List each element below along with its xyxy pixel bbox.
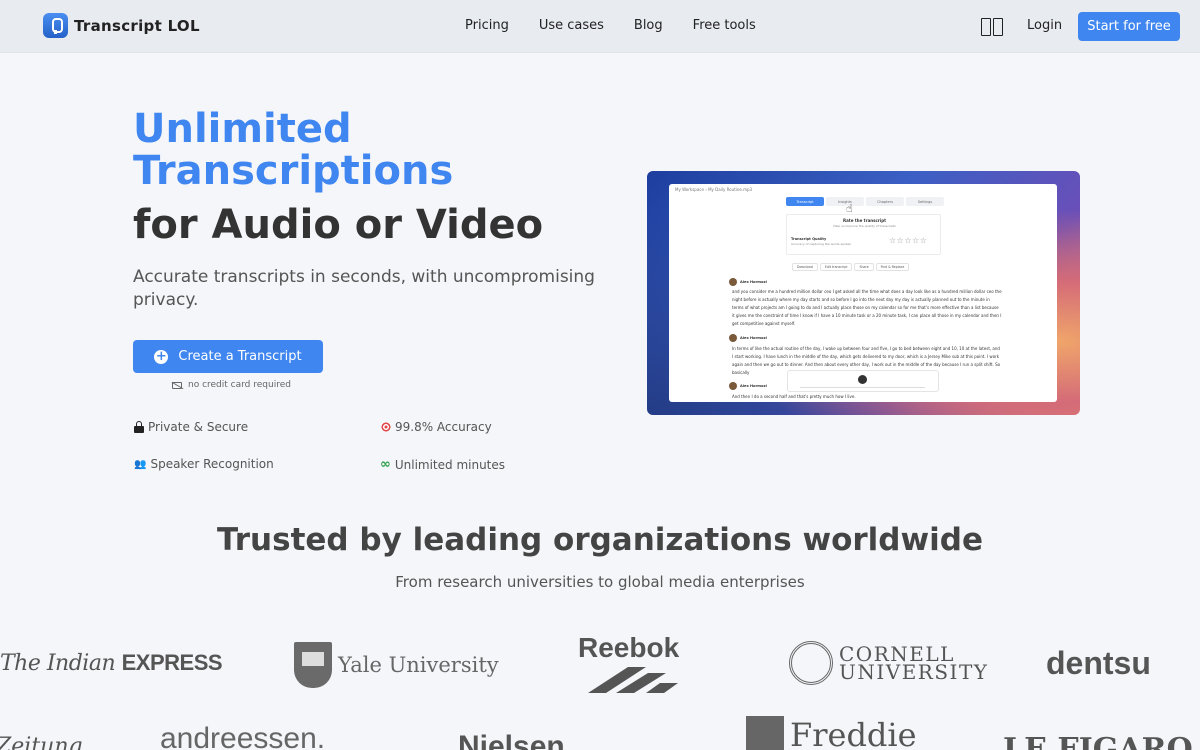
- rating-title: Rate the transcript: [843, 218, 886, 223]
- reebok-delta-icon: [588, 667, 678, 693]
- brand-logo[interactable]: Transcript LOL: [43, 13, 200, 38]
- preview-tab-insights: Insights: [826, 197, 864, 206]
- layout-toggle-icon[interactable]: [981, 18, 1003, 36]
- preview-tab-settings: Settings: [906, 197, 944, 206]
- preview-speaker: Alex Hormozi: [729, 382, 767, 390]
- logo-nielsen: Nielsen: [458, 730, 565, 750]
- target-icon: [381, 422, 391, 432]
- yale-shield-icon: [294, 642, 332, 688]
- feature-label: Speaker Recognition: [150, 457, 274, 471]
- plus-circle-icon: +: [154, 348, 169, 364]
- hero-subtitle: Accurate transcripts in seconds, with un…: [133, 267, 595, 310]
- feature-label: Private & Secure: [148, 420, 249, 434]
- logo-reebok: Reebok: [578, 632, 680, 663]
- preview-edit: Edit transcript: [819, 263, 853, 271]
- preview-actions: Download Edit transcript Share Find & Re…: [792, 263, 910, 271]
- rating-quality-label: Transcript Quality: [791, 237, 827, 241]
- cornell-seal-icon: [789, 641, 833, 685]
- preview-share: Share: [854, 263, 874, 271]
- lock-icon: [134, 421, 144, 433]
- top-nav: Transcript LOL Pricing Use cases Blog Fr…: [0, 0, 1200, 53]
- nav-link-free-tools[interactable]: Free tools: [693, 18, 756, 33]
- feature-speaker: 👥 Speaker Recognition: [134, 457, 274, 471]
- trusted-subtitle: From research universities to global med…: [395, 573, 805, 591]
- trusted-title: Trusted by leading organizations worldwi…: [217, 522, 983, 558]
- credit-card-off-icon: [172, 381, 182, 389]
- house-icon: [746, 716, 784, 750]
- product-preview: My Workspace › My Daily Routine.mp3 Tran…: [647, 171, 1080, 415]
- logo-dentsu: dentsu: [1046, 645, 1151, 681]
- hero-title-highlight: Unlimited Transcriptions: [133, 106, 454, 194]
- rating-quality-sub: Accuracy of capturing the words spoken: [791, 242, 852, 246]
- create-transcript-button[interactable]: + Create a Transcript: [133, 340, 323, 373]
- avatar: [729, 334, 737, 342]
- preview-download: Download: [792, 263, 818, 271]
- preview-speaker: Alex Hormozi: [729, 278, 767, 286]
- microphone-icon: [43, 13, 68, 38]
- preview-transcript-block: And then I do a second half and that's p…: [732, 394, 856, 399]
- preview-transcript-block: and you consider me a hundred million do…: [732, 289, 1002, 326]
- play-icon: [858, 375, 867, 384]
- logo-le-figaro: LE FIGARO: [1003, 732, 1193, 750]
- logo-zeitung: Zeitung: [0, 734, 83, 750]
- feature-private: Private & Secure: [134, 420, 248, 434]
- create-transcript-label: Create a Transcript: [178, 349, 302, 364]
- logo-andreessen: andreessen.: [160, 722, 326, 750]
- people-icon: 👥: [134, 458, 147, 470]
- hand-cursor-icon: ☝: [846, 202, 853, 215]
- avatar: [729, 278, 737, 286]
- avatar: [729, 382, 737, 390]
- preview-tabs: Transcript Insights Chapters Settings: [786, 197, 944, 206]
- preview-tab-transcript: Transcript: [786, 197, 824, 206]
- nav-link-blog[interactable]: Blog: [634, 18, 663, 33]
- login-link[interactable]: Login: [1027, 18, 1062, 33]
- feature-unlimited: ∞ Unlimited minutes: [380, 457, 505, 472]
- no-credit-card-note: no credit card required: [172, 380, 291, 390]
- preview-find-replace: Find & Replace: [875, 263, 910, 271]
- feature-accuracy: 99.8% Accuracy: [381, 420, 492, 434]
- logo-indian-express: The Indian EXPRESS: [0, 650, 223, 676]
- logo-cornell: CORNELL UNIVERSITY: [789, 641, 989, 685]
- feature-label: 99.8% Accuracy: [395, 420, 492, 434]
- nav-link-pricing[interactable]: Pricing: [465, 18, 509, 33]
- nav-links: Pricing Use cases Blog Free tools: [465, 18, 756, 33]
- infinity-icon: ∞: [380, 457, 391, 472]
- no-credit-card-text: no credit card required: [188, 380, 291, 390]
- logo-yale: Yale University: [294, 642, 499, 688]
- preview-audio-player: [787, 370, 939, 392]
- rating-subtitle: Help us improve the quality of transcrip…: [833, 224, 896, 228]
- brand-name: Transcript LOL: [74, 16, 200, 35]
- preview-rating-card: Rate the transcript Help us improve the …: [786, 214, 941, 255]
- preview-speaker: Alex Hormozi: [729, 334, 767, 342]
- feature-label: Unlimited minutes: [394, 457, 506, 472]
- logo-freddie: Freddie: [746, 716, 917, 750]
- star-rating-icons: ☆☆☆☆☆: [889, 236, 928, 245]
- start-for-free-button[interactable]: Start for free: [1078, 12, 1180, 41]
- nav-link-use-cases[interactable]: Use cases: [539, 18, 604, 33]
- hero-title-rest: for Audio or Video: [133, 202, 544, 248]
- preview-app-window: My Workspace › My Daily Routine.mp3 Tran…: [669, 184, 1057, 402]
- preview-breadcrumb: My Workspace › My Daily Routine.mp3: [675, 187, 753, 192]
- progress-bar: [800, 387, 925, 388]
- preview-tab-chapters: Chapters: [866, 197, 904, 206]
